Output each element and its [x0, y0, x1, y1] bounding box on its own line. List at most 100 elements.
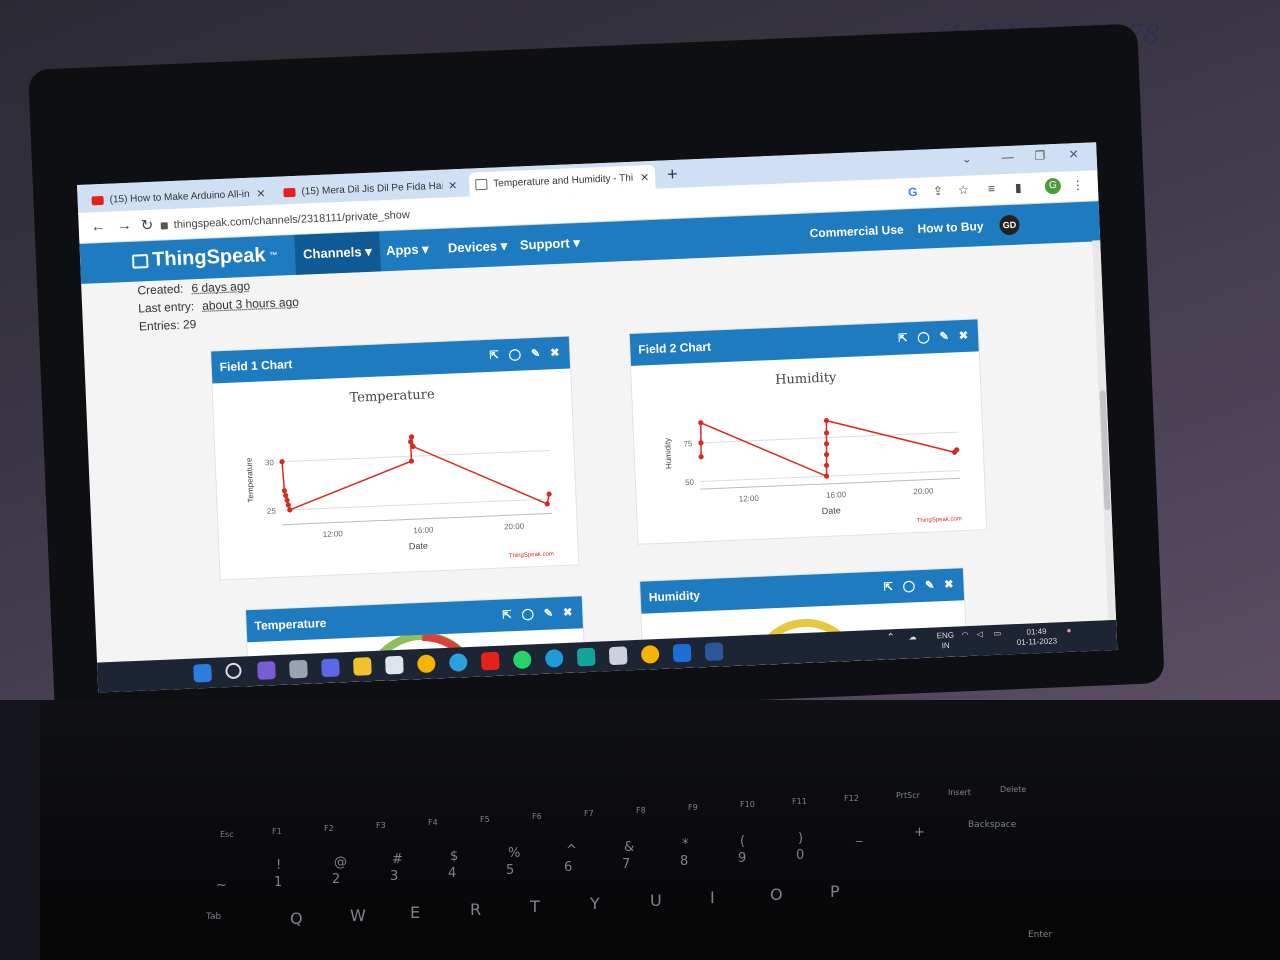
y-tick-label: 30: [265, 458, 275, 467]
laptop-screen: (15) How to Make Arduino All-in... ✕ (15…: [77, 142, 1118, 693]
comment-icon[interactable]: ◯: [508, 348, 521, 362]
tray-overflow-icon[interactable]: ⌃: [886, 632, 895, 643]
close-icon[interactable]: ✖: [550, 346, 560, 359]
paint-icon[interactable]: [672, 643, 692, 663]
close-icon[interactable]: ✖: [959, 329, 969, 342]
comment-icon[interactable]: ◯: [903, 579, 916, 593]
widgets-icon[interactable]: [257, 661, 276, 680]
menu-support[interactable]: Support ▾: [511, 223, 589, 266]
panel-title: Humidity: [648, 588, 701, 605]
menu-devices[interactable]: Devices ▾: [439, 226, 516, 269]
open-external-icon[interactable]: ⇱: [898, 331, 908, 344]
open-external-icon[interactable]: ⇱: [883, 580, 893, 593]
edit-pencil-icon[interactable]: ✎: [939, 330, 949, 343]
edit-pencil-icon[interactable]: ✎: [544, 606, 554, 619]
clock[interactable]: 01:49 01-11-2023: [1011, 626, 1062, 648]
chart-title: Temperature: [349, 387, 435, 406]
notification-icon[interactable]: ●: [1066, 626, 1071, 636]
commercial-use-link[interactable]: Commercial Use: [809, 209, 905, 253]
windows-start-icon[interactable]: [193, 663, 212, 683]
file-explorer-icon[interactable]: [353, 657, 372, 676]
menu-apps[interactable]: Apps ▾: [377, 229, 437, 271]
close-icon[interactable]: ✖: [563, 606, 573, 619]
language-indicator[interactable]: ENG IN: [936, 631, 954, 652]
entries-value: 29: [182, 317, 197, 332]
back-button[interactable]: ←: [90, 218, 106, 236]
y-tick-label: 25: [267, 506, 277, 515]
battery-icon[interactable]: ▭: [993, 629, 1001, 639]
y-tick-label: 50: [685, 478, 695, 487]
laptop-keyboard: Esc F1 F2 F3 F4 F5 F6 F7 F8 F9 F10 F11 F12 PrtScr Inse…: [40, 700, 1280, 960]
close-tab-icon[interactable]: ✕: [640, 171, 650, 184]
close-tab-icon[interactable]: ✕: [448, 179, 458, 192]
edit-pencil-icon[interactable]: ✎: [925, 578, 935, 591]
key-fn: F7: [584, 809, 594, 818]
reading-list-icon[interactable]: ≡: [988, 182, 996, 196]
close-tab-icon[interactable]: ✕: [256, 187, 266, 200]
user-avatar[interactable]: GD: [999, 214, 1020, 236]
comment-icon[interactable]: ◯: [917, 330, 930, 344]
volume-icon[interactable]: ◁: [976, 629, 983, 639]
google-translate-icon[interactable]: G: [908, 185, 918, 199]
comment-icon[interactable]: ◯: [521, 607, 534, 621]
close-icon[interactable]: ✖: [944, 578, 954, 591]
store-icon[interactable]: [385, 655, 404, 675]
key-fn: F1: [272, 827, 282, 836]
key-letter: U: [650, 891, 662, 910]
thingspeak-logo[interactable]: ThingSpeak ™: [131, 244, 278, 273]
restore-button[interactable]: ❐: [1034, 148, 1045, 162]
new-tab-button[interactable]: +: [667, 164, 678, 185]
key-symbol: @: [334, 855, 347, 870]
task-view-icon[interactable]: [289, 659, 308, 679]
key-enter: Enter: [1028, 930, 1053, 940]
chrome-icon[interactable]: [416, 654, 436, 674]
onedrive-icon[interactable]: ☁: [908, 632, 916, 642]
key-symbol: &: [624, 840, 635, 855]
open-external-icon[interactable]: ⇱: [489, 348, 499, 361]
browser-menu-icon[interactable]: ⋮: [1072, 178, 1085, 192]
key-number: 0: [796, 848, 805, 863]
last-entry-value: about 3 hours ago: [201, 294, 300, 313]
side-panel-icon[interactable]: ▮: [1015, 180, 1022, 194]
search-icon[interactable]: [225, 662, 242, 680]
wifi-icon[interactable]: ◠: [961, 630, 968, 640]
edit-pencil-icon[interactable]: ✎: [531, 347, 541, 360]
share-icon[interactable]: ⇪: [933, 184, 944, 198]
tab-search-icon[interactable]: ⌄: [961, 152, 972, 166]
open-external-icon[interactable]: ⇱: [502, 608, 512, 621]
key-number: 2: [332, 872, 341, 887]
x-axis-label: Date: [822, 505, 841, 516]
teams-chat-icon[interactable]: [321, 658, 340, 678]
word-icon[interactable]: [704, 642, 724, 662]
youtube-icon[interactable]: [480, 651, 500, 671]
arduino-icon[interactable]: [576, 647, 596, 667]
data-point: [281, 488, 287, 494]
forward-button[interactable]: →: [116, 217, 132, 235]
how-to-buy-link[interactable]: How to Buy: [917, 206, 985, 249]
lock-icon: [160, 221, 168, 230]
key-number: 1: [274, 875, 283, 890]
data-point: [698, 454, 704, 460]
key-symbol: ^: [566, 843, 577, 858]
whatsapp-icon[interactable]: [512, 650, 532, 670]
key-symbol: !: [276, 858, 282, 873]
data-point: [823, 430, 830, 436]
key-symbol: _: [856, 828, 863, 843]
key-letter: P: [830, 882, 840, 901]
profile-avatar[interactable]: G: [1044, 177, 1062, 195]
app-icon[interactable]: [608, 646, 628, 666]
key-letter: Tab: [206, 912, 222, 922]
bookmark-star-icon[interactable]: ☆: [958, 183, 969, 197]
close-window-button[interactable]: ✕: [1068, 147, 1079, 161]
minimize-button[interactable]: —: [1001, 150, 1014, 164]
menu-channels[interactable]: Channels ▾: [294, 231, 381, 275]
key-symbol: (: [740, 834, 746, 849]
reload-button[interactable]: ↻: [140, 216, 153, 235]
edge-icon[interactable]: [544, 649, 564, 668]
telegram-icon[interactable]: [448, 653, 468, 672]
chrome-icon[interactable]: [640, 645, 660, 664]
created-value: 6 days ago: [191, 278, 251, 296]
gridline: [279, 449, 550, 463]
key-number: 6: [564, 860, 573, 875]
x-tick-label: 16:00: [413, 525, 434, 535]
